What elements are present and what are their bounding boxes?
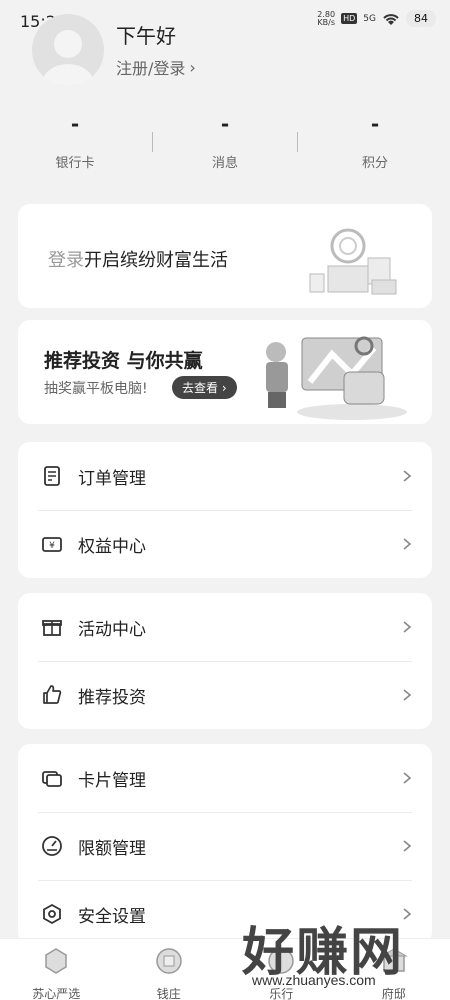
qianzhuang-icon: [156, 948, 182, 974]
gauge-icon: [42, 836, 62, 856]
chevron-right-icon: [403, 840, 412, 852]
promo-banner[interactable]: 推荐投资 与你共赢 抽奖赢平板电脑! 去查看 ›: [18, 320, 432, 424]
menu-item-label: 订单管理: [78, 468, 146, 489]
menu-item-label: 限额管理: [78, 838, 146, 859]
menu-item-label: 活动中心: [78, 619, 146, 640]
menu-group-orders: 订单管理 ¥ 权益中心: [18, 442, 432, 578]
chevron-right-icon: [403, 689, 412, 701]
tab-qianzhuang[interactable]: 钱庄: [113, 939, 226, 1000]
stat-points[interactable]: - 积分: [300, 112, 450, 180]
tab-label: 苏心严选: [32, 987, 81, 1000]
avatar[interactable]: [32, 14, 104, 86]
svg-text:¥: ¥: [49, 541, 55, 551]
network-speed: 2.80 KB/s: [317, 9, 336, 27]
thumbs-up-icon: [43, 685, 62, 704]
chevron-right-icon: [403, 621, 412, 633]
promo-subtitle: 抽奖赢平板电脑!: [44, 381, 148, 397]
card-icon: [42, 771, 62, 787]
stat-value: -: [220, 112, 230, 136]
greeting: 下午好: [116, 24, 176, 48]
login-banner-text: 登录开启缤纷财富生活: [48, 250, 228, 271]
stat-bank-cards[interactable]: - 银行卡: [0, 112, 150, 180]
stat-value: -: [370, 112, 380, 136]
hd-badge: HD: [341, 13, 358, 24]
stat-divider: [297, 132, 298, 152]
register-login-link[interactable]: 注册/登录 ›: [116, 55, 196, 79]
view-button[interactable]: 去查看 ›: [172, 376, 237, 399]
wealth-illustration-icon: [309, 228, 397, 295]
login-banner[interactable]: 登录开启缤纷财富生活: [18, 204, 432, 308]
stat-label: 积分: [361, 156, 388, 171]
menu-item-label: 卡片管理: [78, 770, 146, 791]
menu-item-recommend-invest[interactable]: 推荐投资: [18, 661, 432, 729]
menu-item-limit-management[interactable]: 限额管理: [18, 812, 432, 880]
signal-icon: 5G: [363, 13, 376, 24]
menu-item-card-management[interactable]: 卡片管理: [18, 744, 432, 812]
menu-group-activities: 活动中心 推荐投资: [18, 593, 432, 729]
order-icon: [44, 466, 60, 486]
menu-item-label: 权益中心: [78, 536, 146, 557]
menu-item-order-management[interactable]: 订单管理: [18, 442, 432, 510]
tab-suxin-select[interactable]: 苏心严选: [0, 939, 113, 1000]
watermark-url: www.zhuanyes.com: [252, 972, 376, 988]
menu-item-benefits-center[interactable]: ¥ 权益中心: [18, 510, 432, 578]
chevron-right-icon: ›: [189, 57, 196, 77]
stat-value: -: [70, 112, 80, 136]
wifi-icon: [383, 13, 399, 25]
promo-illustration-icon: [266, 336, 407, 420]
avatar-placeholder-icon: [42, 30, 94, 86]
chevron-right-icon: [403, 772, 412, 784]
stat-label: 银行卡: [55, 156, 95, 171]
status-indicators: 2.80 KB/s HD 5G 84: [317, 10, 436, 27]
promo-title: 推荐投资 与你共赢: [44, 350, 203, 372]
battery-indicator: 84: [406, 10, 436, 27]
stat-messages[interactable]: - 消息: [150, 112, 300, 180]
gift-icon: [42, 620, 62, 636]
menu-item-activity-center[interactable]: 活动中心: [18, 593, 432, 661]
shield-icon: [43, 903, 61, 925]
benefit-icon: ¥: [42, 537, 62, 552]
chevron-right-icon: [403, 538, 412, 550]
menu-item-label: 推荐投资: [78, 687, 146, 708]
menu-item-label: 安全设置: [78, 906, 146, 927]
watermark: 好赚网 www.zhuanyes.com: [222, 910, 432, 990]
suxin-select-icon: [45, 948, 67, 974]
tab-label: 钱庄: [156, 987, 181, 1000]
stat-divider: [152, 132, 153, 152]
chevron-right-icon: [403, 470, 412, 482]
account-stats: - 银行卡 - 消息 - 积分: [0, 112, 450, 180]
stat-label: 消息: [211, 156, 238, 171]
